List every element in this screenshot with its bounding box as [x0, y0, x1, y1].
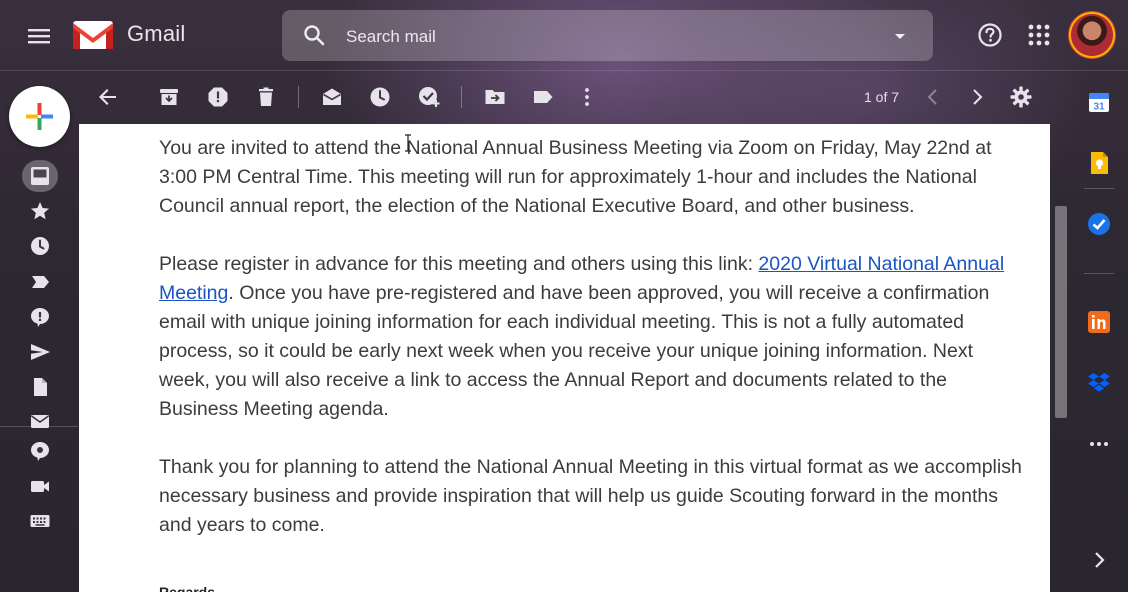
search-bar[interactable] — [282, 10, 933, 63]
back-arrow-icon[interactable] — [96, 85, 120, 109]
invoice-app-icon[interactable] — [1087, 310, 1111, 334]
apps-grid-icon — [1028, 24, 1050, 46]
rail-item-important[interactable] — [26, 268, 54, 296]
calendar-icon[interactable]: 31 — [1087, 90, 1111, 114]
gmail-wordmark: Gmail — [127, 21, 186, 46]
gmail-logo-icon — [73, 21, 113, 49]
chevron-right-icon[interactable] — [1087, 548, 1111, 572]
add-task-icon[interactable] — [417, 85, 441, 109]
search-icon[interactable] — [302, 23, 326, 47]
keep-icon[interactable] — [1087, 151, 1111, 175]
message-view: You are invited to attend the National A… — [79, 124, 1050, 592]
scrollbar-thumb[interactable] — [1055, 206, 1067, 418]
chat-bubble-icon — [31, 308, 49, 327]
tasks-icon[interactable] — [1087, 212, 1111, 236]
support-button[interactable] — [976, 21, 1004, 49]
message-paragraph: Please register in advance for this meet… — [159, 250, 1029, 424]
chevron-left-icon[interactable] — [921, 85, 945, 109]
clock-icon — [31, 237, 49, 255]
trash-icon[interactable] — [254, 85, 278, 109]
message-closing: Regards — [159, 584, 216, 592]
chevron-right-icon[interactable] — [965, 85, 989, 109]
side-panel: 31 — [1070, 70, 1128, 592]
mail-icon — [31, 415, 49, 428]
side-panel-divider — [1084, 188, 1114, 189]
rail-item-hangouts[interactable] — [26, 437, 54, 465]
rail-item-starred[interactable] — [26, 197, 54, 225]
more-horiz-icon[interactable] — [1087, 432, 1111, 456]
send-icon — [31, 344, 50, 360]
message-text: . Once you have pre-registered and have … — [159, 282, 990, 420]
video-icon — [31, 481, 49, 492]
inbox-icon — [31, 167, 49, 185]
archive-icon[interactable] — [157, 85, 181, 109]
compose-button[interactable] — [9, 86, 70, 147]
message-body: You are invited to attend the National A… — [159, 134, 1029, 569]
mark-unread-icon[interactable] — [320, 85, 344, 109]
rail-item-snoozed[interactable] — [26, 232, 54, 260]
gmail-logo[interactable] — [72, 19, 114, 51]
google-apps-button[interactable] — [1026, 22, 1052, 48]
star-icon — [31, 202, 49, 220]
menu-icon — [28, 29, 50, 44]
top-app-bar: Gmail — [0, 0, 1128, 71]
dropbox-icon[interactable] — [1087, 371, 1111, 395]
rail-item-inbox[interactable] — [26, 162, 54, 190]
search-input[interactable] — [344, 10, 868, 63]
settings-gear-icon[interactable] — [1009, 85, 1033, 109]
rail-divider — [0, 426, 78, 427]
label-icon — [32, 276, 49, 288]
message-icon — [31, 442, 49, 461]
message-paragraph: Thank you for planning to attend the Nat… — [159, 456, 1022, 536]
rail-item-meet[interactable] — [26, 472, 54, 500]
rail-item-drafts[interactable] — [26, 373, 54, 401]
chevron-down-icon[interactable] — [890, 26, 910, 46]
plus-icon — [26, 103, 53, 130]
calendar-day: 31 — [1093, 102, 1105, 113]
message-text: Please register in advance for this meet… — [159, 253, 759, 275]
more-vert-icon[interactable] — [575, 85, 599, 109]
toolbar-separator — [298, 86, 299, 108]
pagination-count: 1 of 7 — [864, 89, 900, 105]
rail-item-chats[interactable] — [26, 303, 54, 331]
label-icon[interactable] — [531, 85, 555, 109]
side-panel-divider — [1084, 273, 1114, 274]
toolbar-separator — [461, 86, 462, 108]
rail-item-all-mail[interactable] — [26, 407, 54, 435]
report-spam-icon[interactable] — [206, 85, 230, 109]
message-paragraph: You are invited to attend the National A… — [159, 137, 992, 217]
move-to-icon[interactable] — [483, 85, 507, 109]
rail-item-sent[interactable] — [26, 338, 54, 366]
keyboard-icon — [30, 515, 50, 527]
rail-item-keyboard[interactable] — [26, 507, 54, 535]
file-icon — [34, 378, 47, 396]
snooze-icon[interactable] — [368, 85, 392, 109]
main-menu-button[interactable] — [24, 21, 54, 51]
text-cursor-icon — [405, 134, 411, 152]
account-avatar[interactable] — [1071, 14, 1113, 56]
help-icon — [978, 23, 1002, 47]
